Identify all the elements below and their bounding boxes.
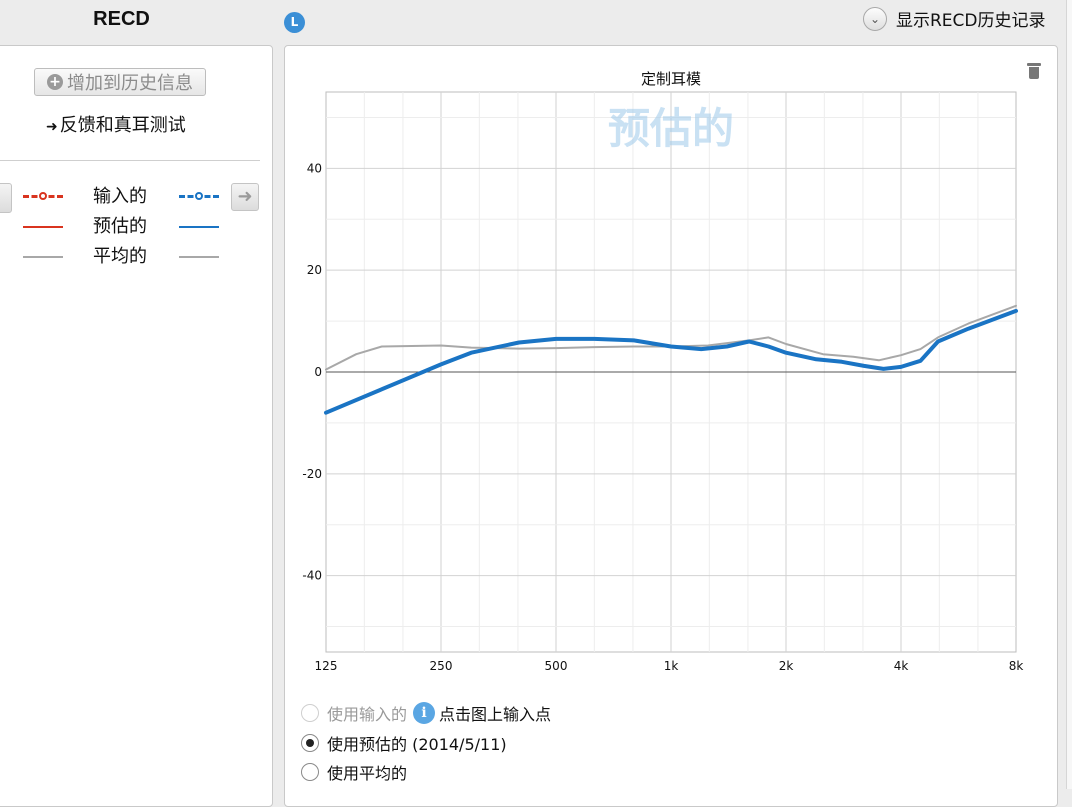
x-tick-label: 250 [430, 659, 453, 673]
use-estimated-label: 使用预估的 (2014/5/11) [327, 735, 507, 754]
chart-title: 定制耳模 [641, 70, 701, 88]
use-average-label: 使用平均的 [327, 764, 408, 783]
x-tick-label: 500 [545, 659, 568, 673]
y-tick-label: -40 [302, 569, 322, 583]
use-input-option[interactable]: 使用输入的 i 点击图上输入点 [301, 701, 551, 725]
x-tick-label: 1k [664, 659, 679, 673]
recd-chart[interactable]: 125 250 500 1k 2k 4k 8k 40 20 0 -20 -40 定制耳模 预估的 [0, 0, 1072, 789]
info-hint: 点击图上输入点 [439, 705, 552, 724]
y-tick-label: 0 [314, 365, 322, 379]
x-tick-label: 125 [315, 659, 338, 673]
x-tick-label: 4k [894, 659, 909, 673]
use-average-option[interactable]: 使用平均的 [301, 760, 407, 784]
use-estimated-radio[interactable] [301, 734, 319, 752]
y-tick-label: -20 [302, 467, 322, 481]
x-tick-label: 8k [1009, 659, 1024, 673]
x-tick-label: 2k [779, 659, 794, 673]
use-input-radio[interactable] [301, 704, 319, 722]
use-estimated-option[interactable]: 使用预估的 (2014/5/11) [301, 731, 507, 755]
use-average-radio[interactable] [301, 763, 319, 781]
chart-watermark: 预估的 [608, 104, 734, 153]
y-tick-label: 20 [307, 263, 322, 277]
y-tick-label: 40 [307, 161, 322, 175]
use-input-label: 使用输入的 [327, 705, 408, 724]
info-icon: i [413, 702, 436, 724]
